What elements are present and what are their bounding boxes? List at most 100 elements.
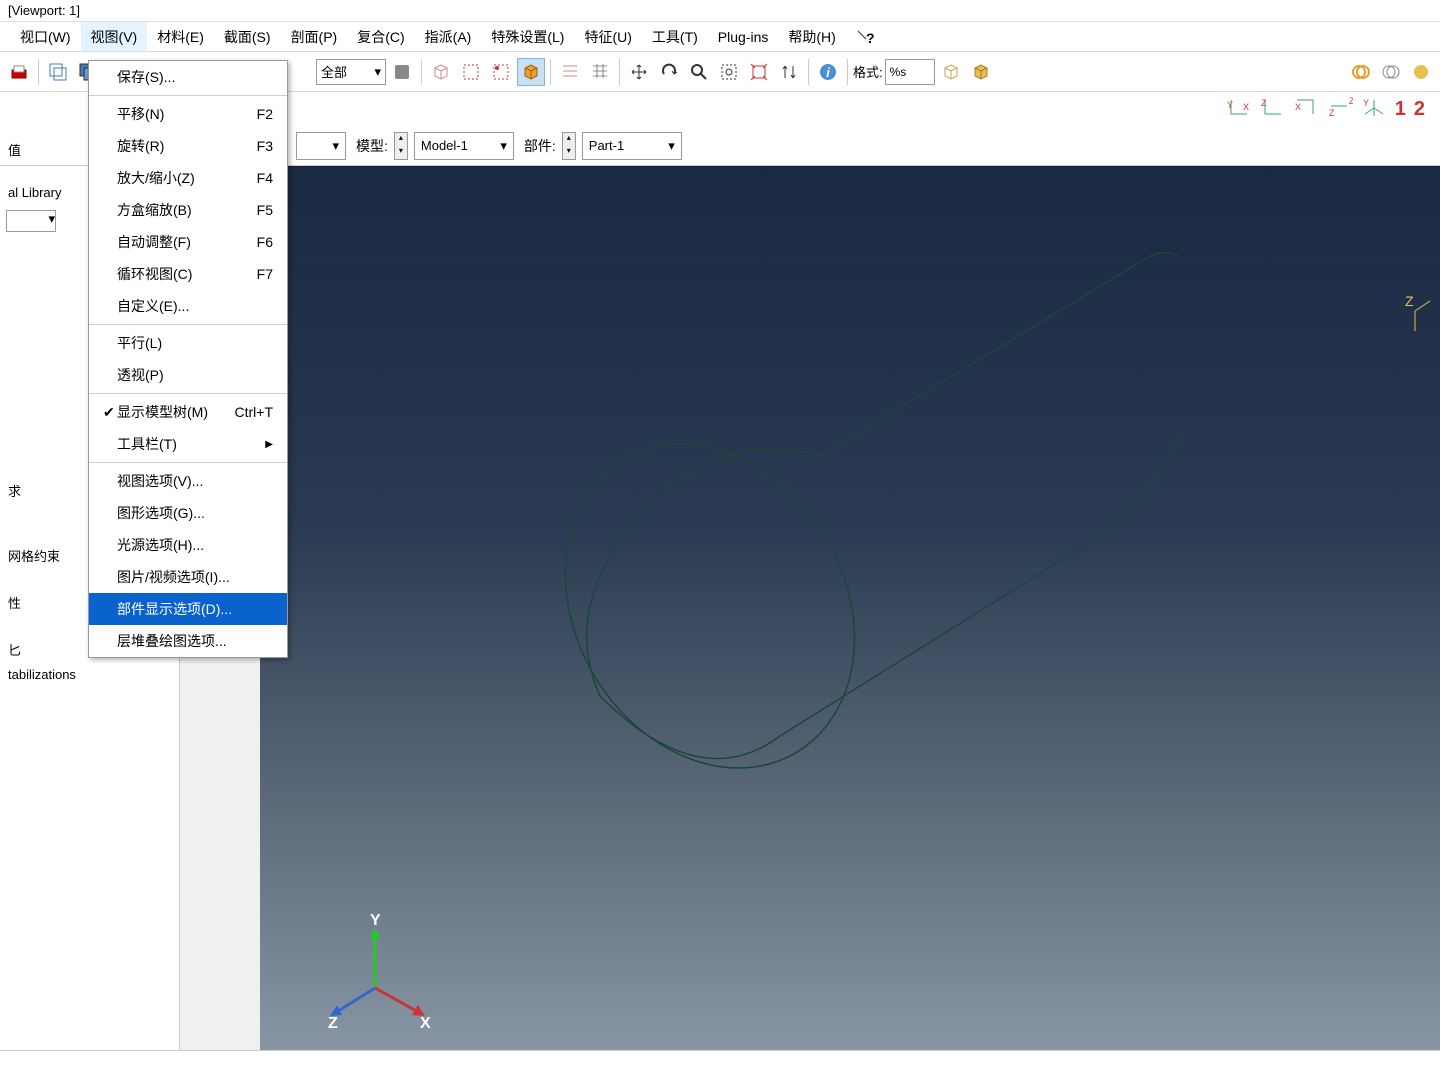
- tool-select-rect-icon[interactable]: [457, 58, 485, 86]
- dd-lightopts[interactable]: 光源选项(H)...: [89, 529, 287, 561]
- tool-grid1-icon[interactable]: [556, 58, 584, 86]
- svg-text:Y: Y: [1227, 100, 1233, 110]
- svg-text:X: X: [1243, 102, 1249, 112]
- tool-wireframe-icon[interactable]: [44, 58, 72, 86]
- separator: [38, 59, 39, 85]
- nav-view-1[interactable]: 1: [1395, 98, 1406, 121]
- separator: [619, 59, 620, 85]
- tree-item[interactable]: tabilizations: [0, 663, 179, 686]
- tool-rotate-icon[interactable]: [655, 58, 683, 86]
- dd-save[interactable]: 保存(S)...: [89, 61, 287, 93]
- menu-profile[interactable]: 剖面(P): [281, 22, 348, 51]
- nav-xz2-icon[interactable]: ZZ: [1327, 96, 1353, 122]
- menu-composite[interactable]: 复合(C): [347, 22, 414, 51]
- tool-info-icon[interactable]: i: [814, 58, 842, 86]
- dd-rotate[interactable]: 旋转(R)F3: [89, 130, 287, 162]
- tool-print-icon[interactable]: [5, 58, 33, 86]
- color-solid-icon[interactable]: [1407, 58, 1435, 86]
- menu-view[interactable]: 视图(V): [81, 22, 148, 51]
- triad-z-label: Z: [328, 1015, 338, 1032]
- tool-cube-outline-icon[interactable]: [937, 58, 965, 86]
- format-label: 格式:: [853, 62, 883, 81]
- dd-graphicopts[interactable]: 图形选项(G)...: [89, 497, 287, 529]
- nav-iso-icon[interactable]: Y: [1361, 96, 1387, 122]
- separator: [550, 59, 551, 85]
- color-yellow-icon[interactable]: [1347, 58, 1375, 86]
- menu-tools[interactable]: 工具(T): [642, 22, 708, 51]
- menu-material[interactable]: 材料(E): [147, 22, 214, 51]
- menu-assign[interactable]: 指派(A): [415, 22, 482, 51]
- model-value: Model-1: [421, 138, 468, 153]
- color-overlap-icon[interactable]: [1377, 58, 1405, 86]
- svg-text:i: i: [826, 65, 830, 80]
- tool-fit-icon[interactable]: [745, 58, 773, 86]
- part-dropdown[interactable]: Part-1▾: [582, 132, 682, 160]
- dd-pan[interactable]: 平移(N)F2: [89, 98, 287, 130]
- svg-text:X: X: [1295, 102, 1301, 112]
- dd-partopts[interactable]: 部件显示选项(D)...: [89, 593, 287, 625]
- tool-zoom-icon[interactable]: [685, 58, 713, 86]
- orientation-triad: Y X Z: [320, 913, 440, 1036]
- dd-layeropts[interactable]: 层堆叠绘图选项...: [89, 625, 287, 657]
- dd-showtree[interactable]: ✔显示模型树(M)Ctrl+T: [89, 396, 287, 428]
- select-scope-dropdown[interactable]: 全部▾: [316, 59, 386, 85]
- separator: [808, 59, 809, 85]
- nav-xy2-icon[interactable]: Z: [1259, 96, 1285, 122]
- dd-boxzoom[interactable]: 方盒缩放(B)F5: [89, 194, 287, 226]
- format-input[interactable]: %s: [885, 59, 935, 85]
- separator: [89, 95, 287, 96]
- dd-perspective[interactable]: 透视(P): [89, 359, 287, 391]
- menu-section[interactable]: 截面(S): [214, 22, 281, 51]
- dd-viewopts[interactable]: 视图选项(V)...: [89, 465, 287, 497]
- part-value: Part-1: [589, 138, 624, 153]
- svg-text:Z: Z: [1261, 98, 1267, 108]
- separator: [421, 59, 422, 85]
- triad-y-label: Y: [370, 913, 381, 929]
- svg-text:Z: Z: [1405, 293, 1414, 309]
- triad-x-label: X: [420, 1015, 431, 1032]
- view-dropdown-menu: 保存(S)... 平移(N)F2 旋转(R)F3 放大/缩小(Z)F4 方盒缩放…: [88, 60, 288, 658]
- svg-text:Z: Z: [1349, 96, 1353, 106]
- nav-xz1-icon[interactable]: X: [1293, 96, 1319, 122]
- menu-help[interactable]: 帮助(H): [778, 22, 845, 51]
- model-label: 模型:: [356, 136, 388, 156]
- menu-feature[interactable]: 特征(U): [574, 22, 641, 51]
- nav-view-2[interactable]: 2: [1414, 98, 1425, 121]
- tool-grid2-icon[interactable]: [586, 58, 614, 86]
- separator: [89, 462, 287, 463]
- separator: [89, 324, 287, 325]
- nav-xy1-icon[interactable]: YX: [1225, 96, 1251, 122]
- context-help-icon[interactable]: ?: [856, 22, 876, 51]
- separator: [847, 59, 848, 85]
- menu-viewport[interactable]: 视口(W): [10, 22, 81, 51]
- tool-cube-solid-icon[interactable]: [967, 58, 995, 86]
- tool-zoom-window-icon[interactable]: [715, 58, 743, 86]
- part-label: 部件:: [524, 136, 556, 156]
- model-dropdown[interactable]: Model-1▾: [414, 132, 514, 160]
- module-dropdown[interactable]: ▾: [296, 132, 346, 160]
- dd-cycle[interactable]: 循环视图(C)F7: [89, 258, 287, 290]
- menubar: 视口(W) 视图(V) 材料(E) 截面(S) 剖面(P) 复合(C) 指派(A…: [0, 22, 1440, 52]
- tool-swap-icon[interactable]: [775, 58, 803, 86]
- part-spinner[interactable]: ▴▾: [562, 132, 576, 160]
- dd-custom[interactable]: 自定义(E)...: [89, 290, 287, 322]
- tool-cube-active-icon[interactable]: [517, 58, 545, 86]
- dd-parallel[interactable]: 平行(L): [89, 327, 287, 359]
- svg-text:Z: Z: [1329, 108, 1335, 118]
- dd-zoom[interactable]: 放大/缩小(Z)F4: [89, 162, 287, 194]
- model-spinner[interactable]: ▴▾: [394, 132, 408, 160]
- dd-toolbars[interactable]: 工具栏(T)▶: [89, 428, 287, 460]
- tool-pan-icon[interactable]: [625, 58, 653, 86]
- select-scope-value: 全部: [321, 62, 347, 81]
- tool-save-icon[interactable]: [388, 58, 416, 86]
- menu-special[interactable]: 特殊设置(L): [481, 22, 574, 51]
- tool-box-icon[interactable]: [427, 58, 455, 86]
- 3d-viewport[interactable]: Y X Z Z: [260, 166, 1440, 1066]
- tool-select-lasso-icon[interactable]: [487, 58, 515, 86]
- dd-imageopts[interactable]: 图片/视频选项(I)...: [89, 561, 287, 593]
- svg-text:?: ?: [866, 30, 875, 45]
- window-title: [Viewport: 1]: [0, 0, 1440, 22]
- status-bar: [0, 1050, 1440, 1080]
- menu-plugins[interactable]: Plug-ins: [708, 22, 779, 51]
- dd-fit[interactable]: 自动调整(F)F6: [89, 226, 287, 258]
